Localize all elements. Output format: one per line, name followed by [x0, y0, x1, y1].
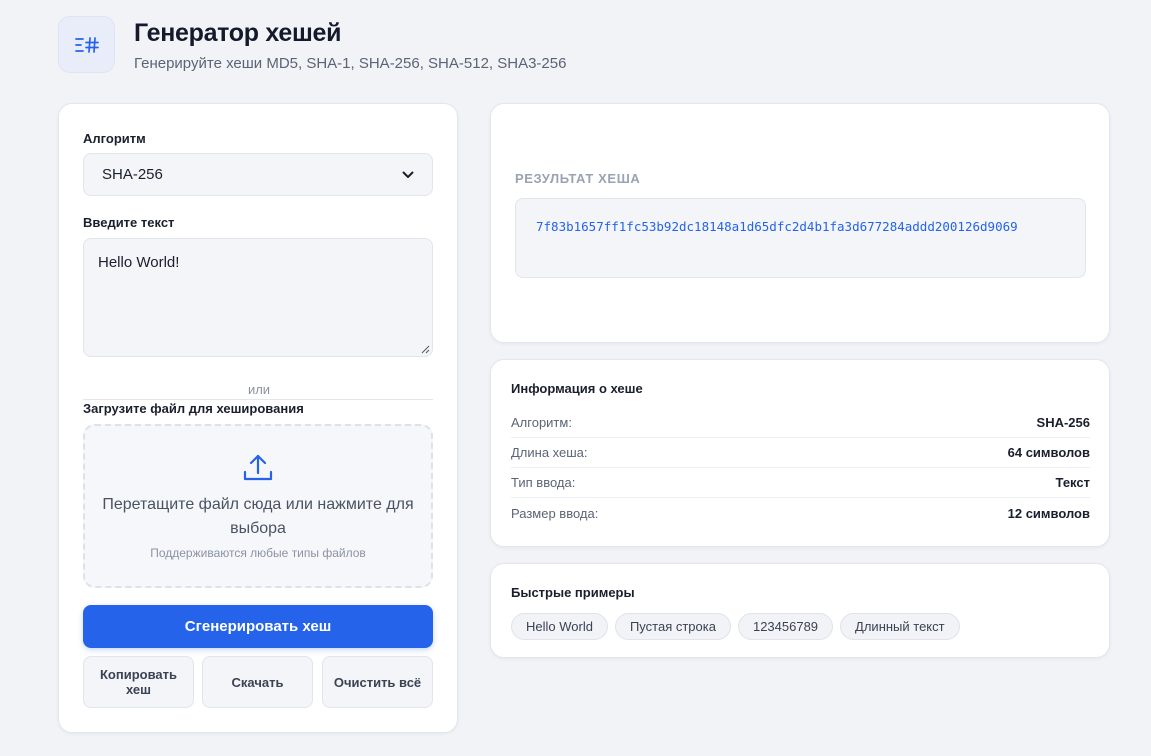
hash-icon	[58, 16, 115, 73]
info-row: Длина хеша: 64 символов	[511, 438, 1090, 468]
result-card: РЕЗУЛЬТАТ ХЕША 7f83b1657ff1fc53b92dc1814…	[490, 103, 1110, 343]
info-key: Тип ввода:	[511, 475, 576, 490]
algorithm-select-value: SHA-256	[102, 166, 163, 183]
info-key: Длина хеша:	[511, 445, 588, 460]
chevron-down-icon	[402, 171, 414, 178]
algorithm-label: Алгоритм	[83, 131, 146, 146]
info-value: SHA-256	[1036, 415, 1090, 430]
quick-examples-card: Быстрые примеры Hello World Пустая строк…	[490, 563, 1110, 658]
quick-examples-title: Быстрые примеры	[511, 585, 635, 600]
download-button[interactable]: Скачать	[202, 656, 313, 708]
dropzone-hint: Поддерживаются любые типы файлов	[150, 546, 366, 560]
hash-info-card: Информация о хеше Алгоритм: SHA-256 Длин…	[490, 359, 1110, 547]
resize-handle-icon[interactable]	[420, 344, 430, 354]
or-separator: или	[247, 382, 271, 397]
info-key: Размер ввода:	[511, 505, 599, 521]
info-value: 64 символов	[1007, 445, 1090, 460]
info-row: Алгоритм: SHA-256	[511, 408, 1090, 438]
hash-output[interactable]: 7f83b1657ff1fc53b92dc18148a1d65dfc2d4b1f…	[515, 198, 1086, 278]
file-label: Загрузите файл для хеширования	[83, 401, 304, 416]
info-value: Текст	[1055, 475, 1090, 490]
dropzone-text: Перетащите файл сюда или нажмите для выб…	[102, 496, 414, 537]
example-chip-hello-world[interactable]: Hello World	[511, 613, 608, 640]
text-label: Введите текст	[83, 215, 175, 230]
info-row: Тип ввода: Текст	[511, 468, 1090, 498]
copy-hash-button[interactable]: Копировать хеш	[83, 656, 194, 708]
example-chip-long-text[interactable]: Длинный текст	[840, 613, 960, 640]
result-label: РЕЗУЛЬТАТ ХЕША	[515, 171, 641, 186]
page-subtitle: Генерируйте хеши MD5, SHA-1, SHA-256, SH…	[134, 55, 567, 72]
upload-icon	[243, 454, 273, 481]
text-input[interactable]: Hello World!	[83, 238, 433, 357]
file-dropzone[interactable]: Перетащите файл сюда или нажмите для выб…	[83, 424, 433, 588]
generate-hash-button[interactable]: Сгенерировать хеш	[83, 605, 433, 648]
info-key: Алгоритм:	[511, 415, 572, 430]
page-header: Генератор хешей Генерируйте хеши MD5, SH…	[58, 16, 566, 73]
algorithm-select[interactable]: SHA-256	[83, 153, 433, 196]
example-chip-numbers[interactable]: 123456789	[737, 613, 834, 640]
clear-all-button[interactable]: Очистить всё	[322, 656, 433, 708]
text-input-value: Hello World!	[98, 254, 180, 271]
divider	[83, 399, 433, 400]
info-title: Информация о хеше	[511, 381, 643, 396]
info-row: Размер ввода: 12 символов	[511, 498, 1090, 528]
page-title: Генератор хешей	[134, 19, 342, 47]
input-card: Алгоритм SHA-256 Введите текст Hello Wor…	[58, 103, 458, 733]
info-value: 12 символов	[1007, 505, 1090, 521]
example-chip-empty-string[interactable]: Пустая строка	[614, 613, 731, 640]
